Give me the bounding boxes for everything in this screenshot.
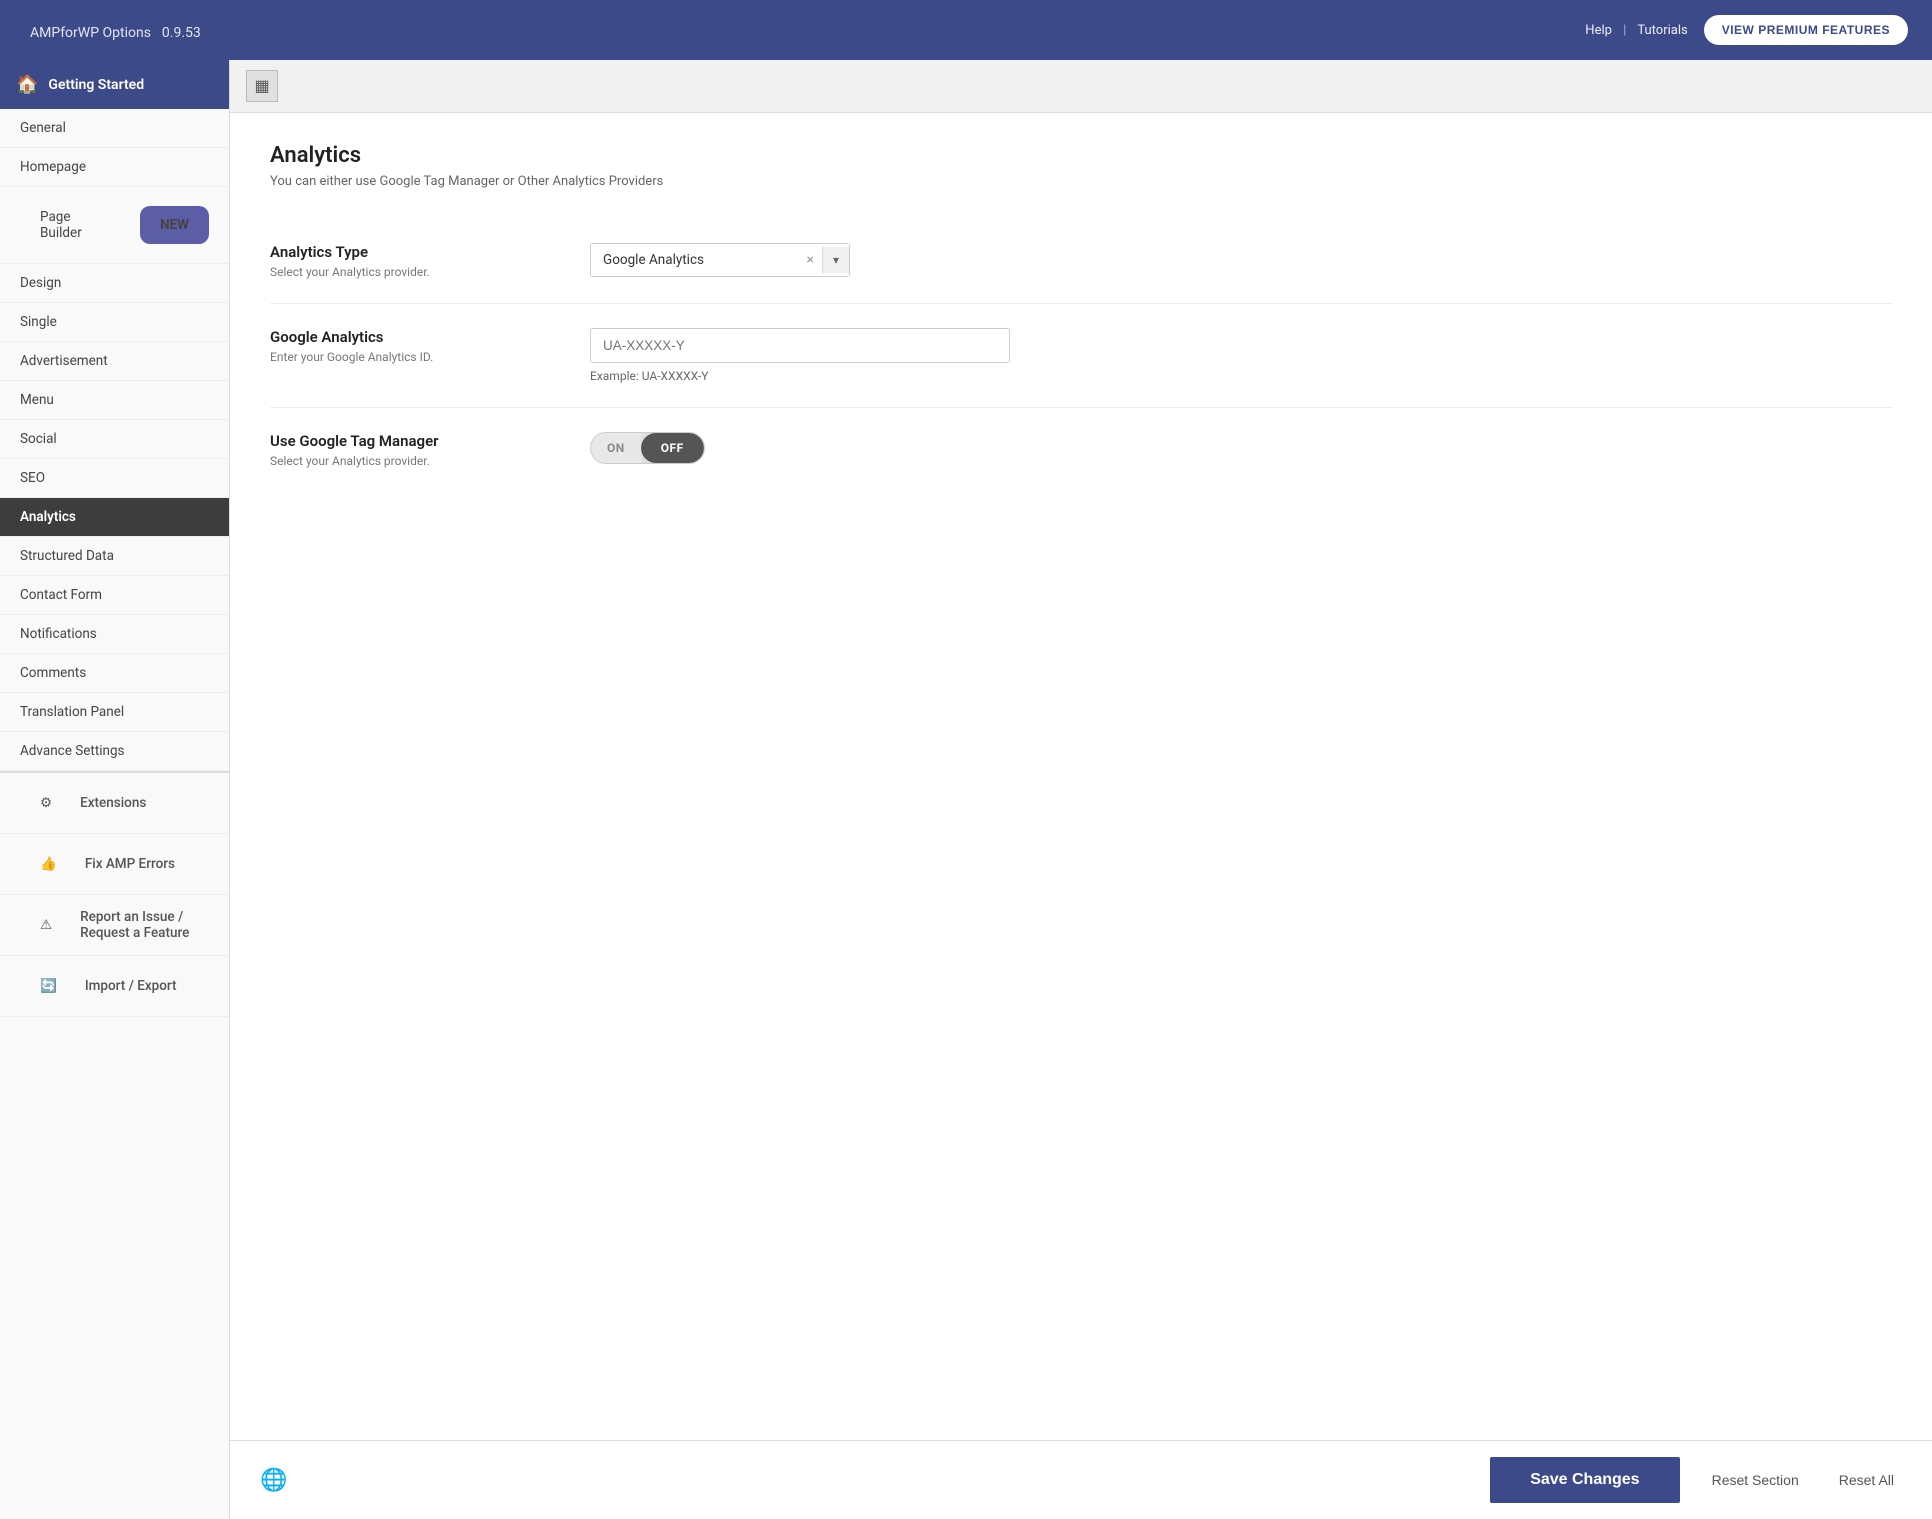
gtm-label-col: Use Google Tag Manager Select your Analy… xyxy=(270,432,550,468)
analytics-type-control: Google Analytics × ▾ xyxy=(590,243,1892,277)
sidebar-link-import-export[interactable]: 🔄 Import / Export xyxy=(0,956,229,1016)
sidebar-link-report-issue[interactable]: ⚠ Report an Issue / Request a Feature xyxy=(0,895,229,955)
analytics-type-select[interactable]: Google Analytics × ▾ xyxy=(590,243,850,277)
sidebar-link-single[interactable]: Single xyxy=(0,303,229,341)
reset-all-button[interactable]: Reset All xyxy=(1831,1468,1902,1492)
premium-button[interactable]: VIEW PREMIUM FEATURES xyxy=(1704,15,1908,45)
sidebar-item-report-issue[interactable]: ⚠ Report an Issue / Request a Feature xyxy=(0,895,229,956)
gear-icon: ⚙ xyxy=(20,784,72,822)
sidebar-link-structured-data[interactable]: Structured Data xyxy=(0,537,229,575)
layout: 🏠 Getting Started General Homepage Page … xyxy=(0,60,1932,1519)
main-footer: 🌐 Save Changes Reset Section Reset All xyxy=(230,1440,1932,1519)
select-arrow-icon[interactable]: ▾ xyxy=(823,247,849,273)
sidebar: 🏠 Getting Started General Homepage Page … xyxy=(0,60,230,1519)
footer-left: 🌐 xyxy=(260,1468,287,1493)
header-links: Help | Tutorials xyxy=(1585,23,1687,38)
google-analytics-example: Example: UA-XXXXX-Y xyxy=(590,369,1892,383)
sidebar-item-page-builder[interactable]: Page Builder NEW xyxy=(0,187,229,264)
analytics-type-sublabel: Select your Analytics provider. xyxy=(270,265,550,279)
save-changes-button[interactable]: Save Changes xyxy=(1490,1457,1679,1503)
sidebar-item-advertisement[interactable]: Advertisement xyxy=(0,342,229,381)
sidebar-item-fix-amp-errors[interactable]: 👍 Fix AMP Errors xyxy=(0,834,229,895)
sidebar-link-page-builder[interactable]: Page Builder NEW xyxy=(0,187,229,263)
globe-icon: 🌐 xyxy=(260,1468,287,1493)
sidebar-item-comments[interactable]: Comments xyxy=(0,654,229,693)
gtm-control: ON OFF xyxy=(590,432,1892,464)
sidebar-item-translation-panel[interactable]: Translation Panel xyxy=(0,693,229,732)
sidebar-link-general[interactable]: General xyxy=(0,109,229,147)
sidebar-link-analytics[interactable]: Analytics xyxy=(0,498,229,536)
toggle-off-label[interactable]: OFF xyxy=(641,433,704,463)
main-content: Analytics You can either use Google Tag … xyxy=(230,113,1932,1440)
sidebar-menu: General Homepage Page Builder NEW Design… xyxy=(0,109,229,1017)
sidebar-link-advance-settings[interactable]: Advance Settings xyxy=(0,732,229,770)
sidebar-item-seo[interactable]: SEO xyxy=(0,459,229,498)
select-value: Google Analytics xyxy=(591,244,798,276)
sidebar-item-design[interactable]: Design xyxy=(0,264,229,303)
sidebar-item-contact-form[interactable]: Contact Form xyxy=(0,576,229,615)
thumbs-up-icon: 👍 xyxy=(20,845,77,883)
google-analytics-input[interactable] xyxy=(590,328,1010,363)
header-sep: | xyxy=(1623,23,1626,38)
home-icon: 🏠 xyxy=(16,74,38,95)
sidebar-item-structured-data[interactable]: Structured Data xyxy=(0,537,229,576)
analytics-type-row: Analytics Type Select your Analytics pro… xyxy=(270,219,1892,304)
section-desc: You can either use Google Tag Manager or… xyxy=(270,174,1892,189)
app-version: 0.9.53 xyxy=(162,25,201,41)
warning-icon: ⚠ xyxy=(20,906,72,944)
sidebar-link-comments[interactable]: Comments xyxy=(0,654,229,692)
sidebar-link-design[interactable]: Design xyxy=(0,264,229,302)
sidebar-item-social[interactable]: Social xyxy=(0,420,229,459)
help-link[interactable]: Help xyxy=(1585,23,1612,38)
toggle-on-label[interactable]: ON xyxy=(591,433,641,463)
tutorials-link[interactable]: Tutorials xyxy=(1637,23,1687,38)
sidebar-item-analytics[interactable]: Analytics xyxy=(0,498,229,537)
sidebar-item-single[interactable]: Single xyxy=(0,303,229,342)
sidebar-link-notifications[interactable]: Notifications xyxy=(0,615,229,653)
sidebar-item-menu[interactable]: Menu xyxy=(0,381,229,420)
google-analytics-label-col: Google Analytics Enter your Google Analy… xyxy=(270,328,550,364)
sidebar-link-extensions[interactable]: ⚙ Extensions xyxy=(0,773,229,833)
sidebar-link-social[interactable]: Social xyxy=(0,420,229,458)
sidebar-link-menu[interactable]: Menu xyxy=(0,381,229,419)
new-badge: NEW xyxy=(140,206,209,244)
sidebar-item-advance-settings[interactable]: Advance Settings xyxy=(0,732,229,771)
grid-icon: ▦ xyxy=(254,76,269,96)
gtm-toggle[interactable]: ON OFF xyxy=(590,432,705,464)
google-analytics-control: Example: UA-XXXXX-Y xyxy=(590,328,1892,383)
main-toolbar: ▦ xyxy=(230,60,1932,113)
sidebar-item-homepage[interactable]: Homepage xyxy=(0,148,229,187)
app-title-text: AMPforWP Options xyxy=(30,25,151,41)
sidebar-link-advertisement[interactable]: Advertisement xyxy=(0,342,229,380)
sidebar-item-import-export[interactable]: 🔄 Import / Export xyxy=(0,956,229,1017)
gtm-label: Use Google Tag Manager xyxy=(270,432,550,450)
sidebar-link-contact-form[interactable]: Contact Form xyxy=(0,576,229,614)
google-analytics-sublabel: Enter your Google Analytics ID. xyxy=(270,350,550,364)
footer-actions: Save Changes Reset Section Reset All xyxy=(1490,1457,1902,1503)
analytics-type-label-col: Analytics Type Select your Analytics pro… xyxy=(270,243,550,279)
sidebar-link-translation-panel[interactable]: Translation Panel xyxy=(0,693,229,731)
sidebar-item-extensions[interactable]: ⚙ Extensions xyxy=(0,771,229,834)
select-clear-icon[interactable]: × xyxy=(798,246,822,274)
google-analytics-row: Google Analytics Enter your Google Analy… xyxy=(270,304,1892,408)
section-title: Analytics xyxy=(270,143,1892,168)
getting-started-label: Getting Started xyxy=(48,77,144,93)
sidebar-link-fix-amp-errors[interactable]: 👍 Fix AMP Errors xyxy=(0,834,229,894)
google-tag-manager-row: Use Google Tag Manager Select your Analy… xyxy=(270,408,1892,492)
gtm-sublabel: Select your Analytics provider. xyxy=(270,454,550,468)
refresh-icon: 🔄 xyxy=(20,967,77,1005)
app-title: AMPforWP Options 0.9.53 xyxy=(24,18,201,42)
header-right: Help | Tutorials VIEW PREMIUM FEATURES xyxy=(1585,15,1908,45)
grid-view-button[interactable]: ▦ xyxy=(246,70,278,102)
sidebar-item-general[interactable]: General xyxy=(0,109,229,148)
sidebar-link-homepage[interactable]: Homepage xyxy=(0,148,229,186)
analytics-type-label: Analytics Type xyxy=(270,243,550,261)
reset-section-button[interactable]: Reset Section xyxy=(1704,1468,1807,1492)
main-area: ▦ Analytics You can either use Google Ta… xyxy=(230,60,1932,1519)
sidebar-link-seo[interactable]: SEO xyxy=(0,459,229,497)
sidebar-getting-started[interactable]: 🏠 Getting Started xyxy=(0,60,229,109)
sidebar-item-notifications[interactable]: Notifications xyxy=(0,615,229,654)
google-analytics-label: Google Analytics xyxy=(270,328,550,346)
header: AMPforWP Options 0.9.53 Help | Tutorials… xyxy=(0,0,1932,60)
